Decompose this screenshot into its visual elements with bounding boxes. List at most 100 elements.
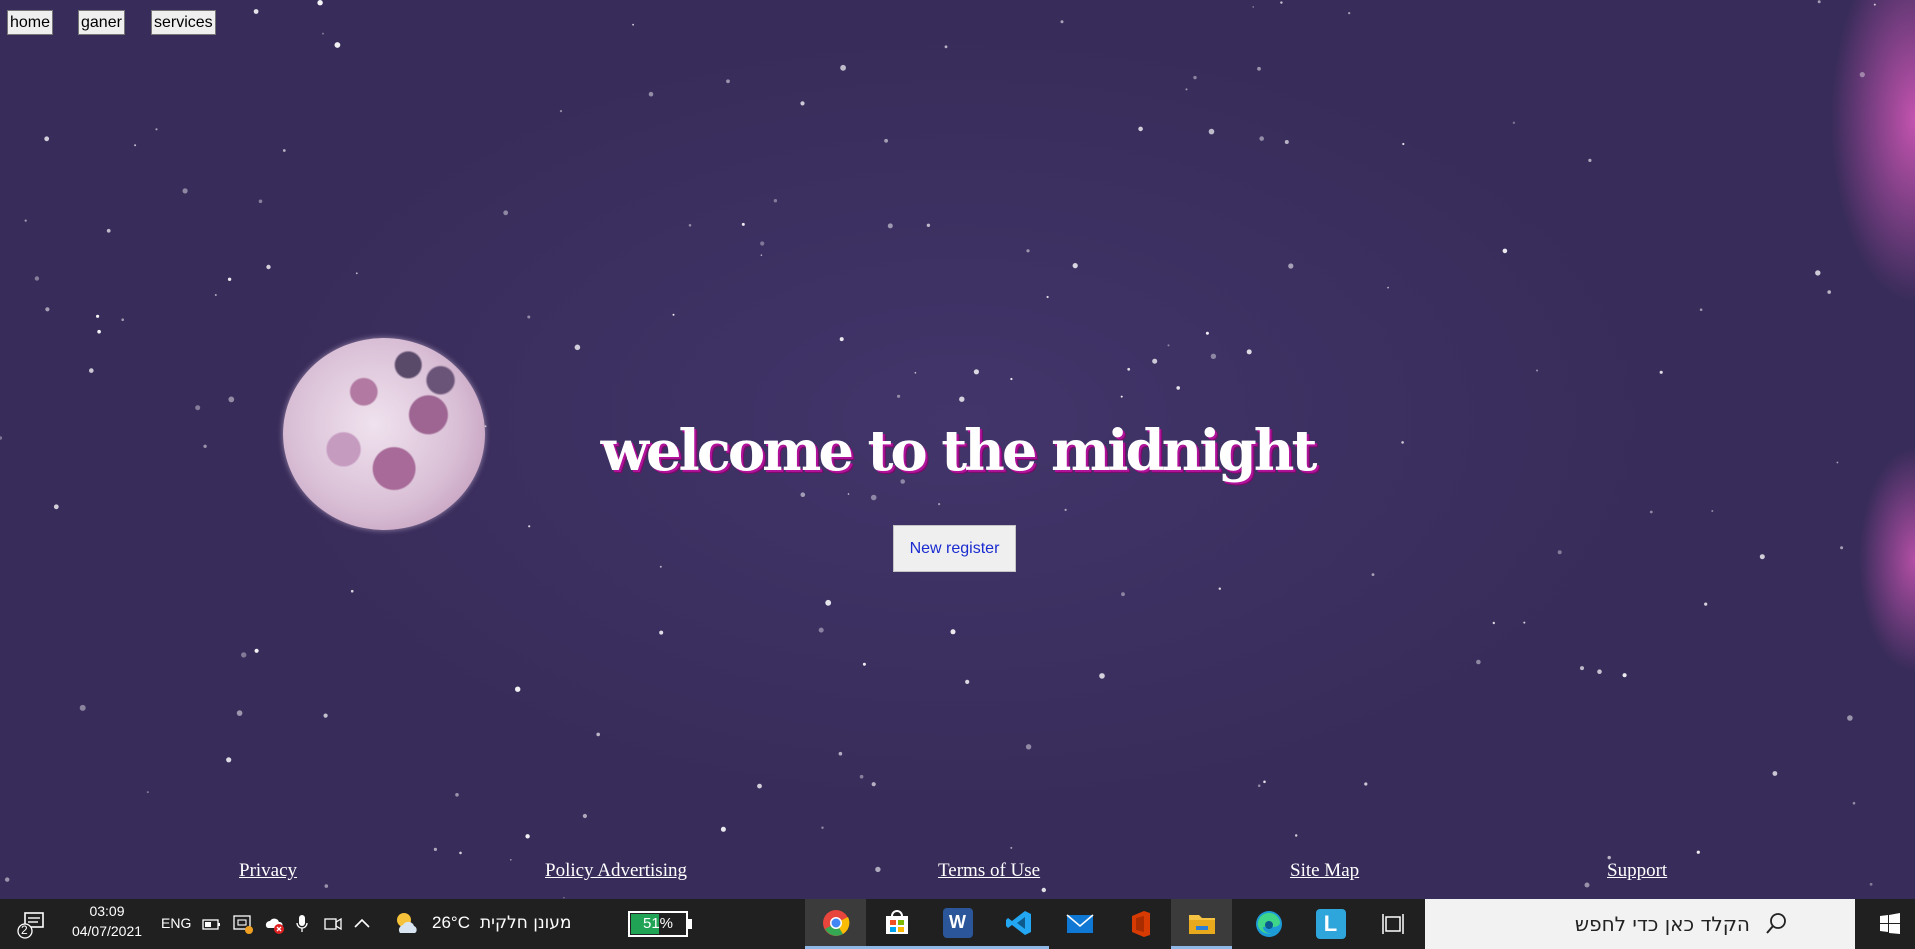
star <box>950 629 956 635</box>
star <box>182 188 188 194</box>
star <box>1584 882 1590 888</box>
star <box>741 222 745 226</box>
weather-temperature: 26°C <box>432 913 470 932</box>
office-icon <box>1131 911 1150 937</box>
star <box>1815 270 1821 276</box>
battery-tray-icon[interactable] <box>202 914 222 934</box>
star <box>973 369 980 375</box>
star <box>45 307 50 312</box>
star <box>720 826 726 832</box>
footer-link-support[interactable]: Support <box>1607 860 1667 882</box>
star <box>1295 834 1298 837</box>
star <box>44 136 50 142</box>
star <box>1138 126 1143 132</box>
star <box>214 294 217 296</box>
star <box>334 42 341 48</box>
battery-percent: 51% <box>642 915 674 932</box>
start-button[interactable] <box>1865 899 1915 949</box>
onedrive-error-icon[interactable] <box>262 913 286 935</box>
taskbar-app-l[interactable]: L <box>1300 899 1361 949</box>
star <box>1759 554 1765 560</box>
star <box>859 774 864 779</box>
star <box>1348 12 1351 15</box>
star <box>1597 669 1602 674</box>
star <box>559 110 563 113</box>
star <box>1064 508 1067 511</box>
star <box>726 79 730 84</box>
chevron-up-icon[interactable] <box>352 915 372 931</box>
star <box>515 686 521 692</box>
star <box>1010 846 1013 849</box>
star <box>838 751 843 756</box>
star <box>818 627 824 633</box>
star <box>525 834 530 839</box>
taskbar-app-edge[interactable] <box>1238 899 1299 949</box>
new-register-button[interactable]: New register <box>893 525 1016 572</box>
star <box>1852 801 1856 805</box>
l-app-icon: L <box>1315 909 1346 939</box>
star <box>323 713 328 718</box>
star <box>79 704 86 711</box>
star <box>1659 370 1663 374</box>
folder-icon <box>1188 914 1215 934</box>
star <box>1152 358 1158 364</box>
star <box>1512 121 1516 125</box>
star <box>596 732 600 737</box>
star <box>1847 715 1853 721</box>
star <box>355 272 358 275</box>
task-view-button[interactable] <box>1363 899 1423 949</box>
star <box>1176 386 1180 390</box>
star <box>659 565 662 568</box>
footer-link-policy-advertising[interactable]: Policy Advertising <box>545 860 687 882</box>
star <box>1280 1 1283 4</box>
microphone-icon[interactable] <box>294 913 310 935</box>
star <box>926 223 931 227</box>
footer-link-privacy[interactable]: Privacy <box>239 860 297 882</box>
footer-link-site-map[interactable]: Site Map <box>1290 860 1359 882</box>
search-icon <box>1766 913 1786 934</box>
clock-date: 04/07/2021 <box>71 923 143 939</box>
star <box>253 9 259 14</box>
taskbar-app-file-explorer[interactable] <box>1171 899 1232 949</box>
mail-icon <box>1065 914 1094 933</box>
star <box>1120 395 1123 398</box>
star <box>1246 349 1252 355</box>
star <box>350 589 354 593</box>
taskbar-app-mail[interactable] <box>1049 899 1110 949</box>
footer-link-terms-of-use[interactable]: Terms of Use <box>938 860 1040 882</box>
chrome-icon <box>822 909 849 936</box>
star <box>1704 602 1708 606</box>
nav-ganer-button[interactable]: ganer <box>78 10 125 35</box>
star <box>317 0 323 6</box>
action-center-button[interactable]: 2 <box>16 910 48 940</box>
star <box>1252 6 1254 8</box>
language-indicator[interactable]: ENG <box>161 915 191 931</box>
taskbar-search-box[interactable]: הקלד כאן כדי לחפש <box>1425 899 1855 949</box>
taskbar-app-vscode[interactable] <box>988 899 1049 949</box>
camera-tray-icon[interactable] <box>322 913 344 935</box>
star <box>241 652 247 658</box>
star <box>1257 784 1261 787</box>
star <box>648 91 654 97</box>
star <box>659 630 664 635</box>
taskbar-app-chrome[interactable] <box>805 899 866 949</box>
taskbar-app-word[interactable]: W <box>927 899 988 949</box>
screen-tray-icon[interactable] <box>232 913 254 935</box>
star <box>121 318 124 322</box>
star <box>324 884 329 888</box>
star <box>1699 308 1703 312</box>
task-view-icon <box>1382 914 1404 934</box>
star <box>24 219 27 222</box>
star <box>1523 621 1526 624</box>
clock[interactable]: 03:09 04/07/2021 <box>68 903 146 939</box>
battery-meter[interactable]: 51% <box>628 911 692 937</box>
star <box>773 199 778 203</box>
nav-services-button[interactable]: services <box>151 10 216 35</box>
star <box>1210 353 1217 359</box>
taskbar-app-office[interactable] <box>1110 899 1171 949</box>
taskbar-app-store[interactable] <box>866 899 927 949</box>
star <box>1772 771 1778 776</box>
star <box>1696 850 1700 854</box>
star <box>266 264 271 270</box>
nav-home-button[interactable]: home <box>7 10 54 35</box>
